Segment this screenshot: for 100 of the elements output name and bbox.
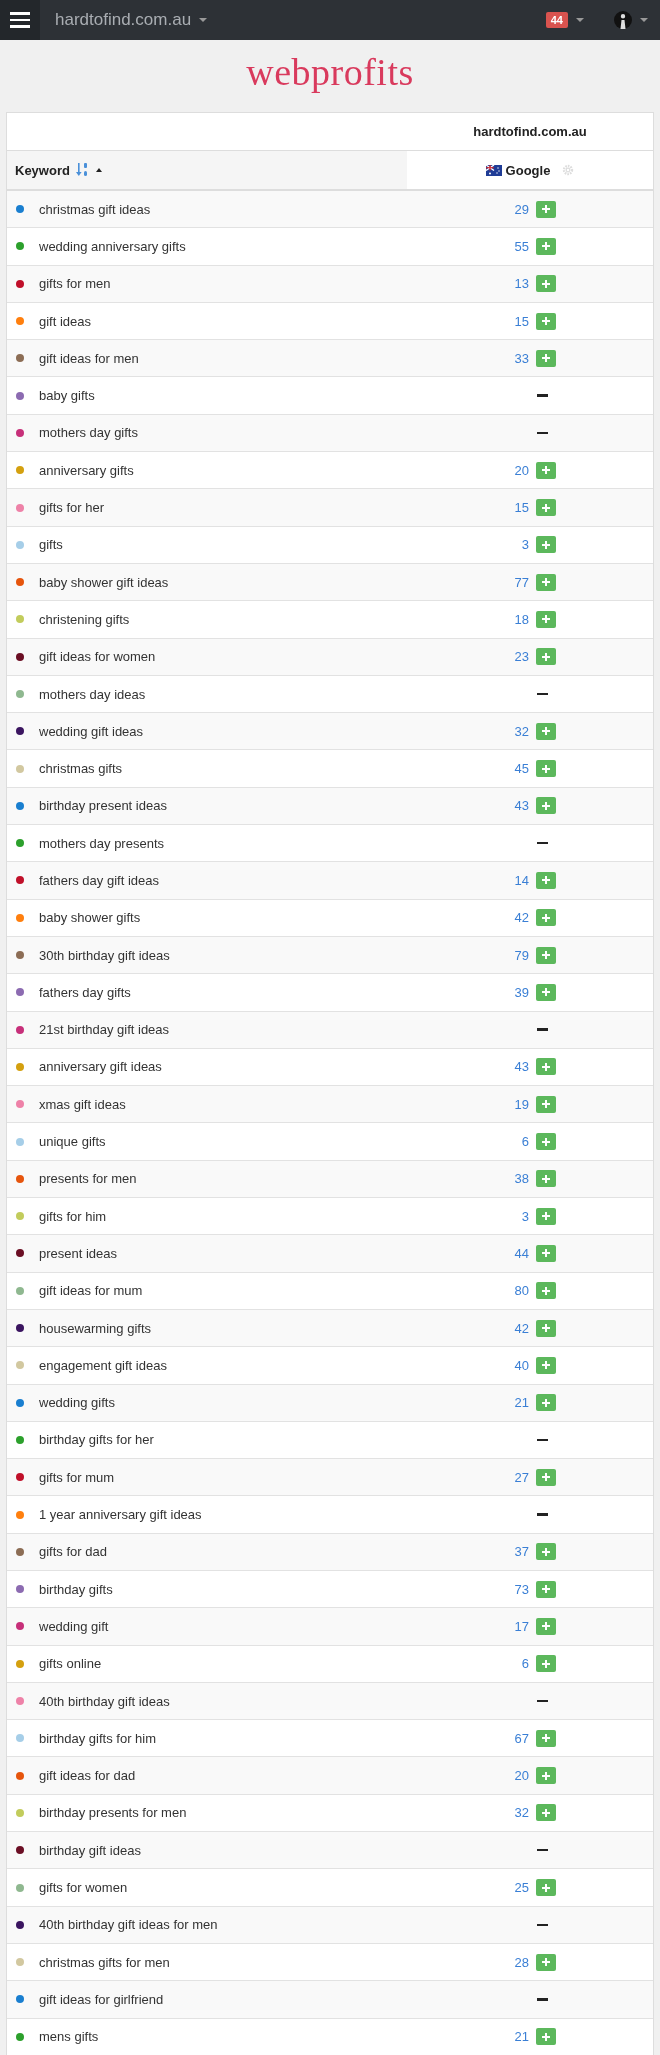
keyword-cell: birthday gift ideas xyxy=(39,1842,141,1858)
rank-link[interactable]: 73 xyxy=(509,1581,529,1597)
add-button[interactable] xyxy=(536,536,556,554)
rank-link[interactable]: 42 xyxy=(509,910,529,926)
rank-link[interactable]: 32 xyxy=(509,723,529,739)
column-heading[interactable]: Keyword xyxy=(15,162,70,178)
logo: webprofits xyxy=(246,50,414,94)
rank-link[interactable]: 67 xyxy=(509,1730,529,1746)
add-button[interactable] xyxy=(536,722,556,740)
rank-link[interactable]: 20 xyxy=(509,462,529,478)
rank-link[interactable]: 23 xyxy=(509,649,529,665)
rank-link[interactable]: 20 xyxy=(509,1768,529,1784)
add-button[interactable] xyxy=(536,461,556,479)
rank-link[interactable]: 21 xyxy=(509,1395,529,1411)
sort-icon[interactable] xyxy=(75,162,90,178)
rank-link[interactable]: 29 xyxy=(509,201,529,217)
rank-link[interactable]: 39 xyxy=(509,984,529,1000)
plus-icon xyxy=(542,1062,550,1071)
plus-icon xyxy=(542,615,550,624)
add-button[interactable] xyxy=(536,1655,556,1673)
keyword-cell: gifts for him xyxy=(39,1208,107,1224)
rank-link[interactable]: 3 xyxy=(509,1208,529,1224)
rank-link[interactable]: 13 xyxy=(509,276,529,292)
plus-icon xyxy=(542,1286,550,1295)
add-button[interactable] xyxy=(536,312,556,330)
site-dropdown[interactable]: hardtofind.com.au xyxy=(40,10,198,30)
add-button[interactable] xyxy=(536,1729,556,1747)
add-button[interactable] xyxy=(536,1133,556,1151)
rank-link[interactable]: 55 xyxy=(509,238,529,254)
rank-link[interactable]: 27 xyxy=(509,1469,529,1485)
keyword-cell: mothers day ideas xyxy=(39,686,146,702)
add-button[interactable] xyxy=(536,1170,556,1188)
plus-icon xyxy=(542,1473,550,1482)
add-button[interactable] xyxy=(536,573,556,591)
rank-link[interactable]: 18 xyxy=(509,611,529,627)
keyword-cell: christmas gifts xyxy=(39,761,123,777)
add-button[interactable] xyxy=(536,237,556,255)
rank-link[interactable]: 42 xyxy=(509,1320,529,1336)
add-button[interactable] xyxy=(536,1356,556,1374)
rank-link[interactable]: 80 xyxy=(509,1283,529,1299)
rank-link[interactable]: 19 xyxy=(509,1096,529,1112)
add-button[interactable] xyxy=(536,1543,556,1561)
add-button[interactable] xyxy=(536,1319,556,1337)
add-button[interactable] xyxy=(536,1767,556,1785)
add-button[interactable] xyxy=(536,797,556,815)
add-button[interactable] xyxy=(536,1953,556,1971)
add-button[interactable] xyxy=(536,1804,556,1822)
add-button[interactable] xyxy=(536,610,556,628)
settings-icon[interactable] xyxy=(562,164,575,176)
rank-link[interactable]: 21 xyxy=(509,2029,529,2045)
rank-link[interactable]: 43 xyxy=(509,1059,529,1075)
add-button[interactable] xyxy=(536,1095,556,1113)
rank-link[interactable]: 15 xyxy=(509,500,529,515)
add-button[interactable] xyxy=(536,200,556,218)
add-button[interactable] xyxy=(536,2028,556,2046)
plus-icon xyxy=(542,242,550,251)
rank-link[interactable]: 6 xyxy=(509,1656,529,1672)
add-button[interactable] xyxy=(536,349,556,367)
rank-link[interactable]: 3 xyxy=(509,537,529,553)
add-button[interactable] xyxy=(536,872,556,889)
plus-icon xyxy=(542,1100,550,1109)
add-button[interactable] xyxy=(536,1580,556,1598)
rank-link[interactable]: 6 xyxy=(509,1134,529,1150)
rank-link[interactable]: 44 xyxy=(509,1245,529,1261)
rank-link[interactable]: 25 xyxy=(509,1880,529,1895)
add-button[interactable] xyxy=(536,760,556,778)
avatar-icon[interactable] xyxy=(614,11,632,29)
rank-link[interactable]: 14 xyxy=(509,873,529,888)
rank-link[interactable]: 17 xyxy=(509,1618,529,1634)
menu-button[interactable] xyxy=(0,0,40,40)
add-button[interactable] xyxy=(536,648,556,666)
add-button[interactable] xyxy=(536,275,556,293)
rank-link[interactable]: 37 xyxy=(509,1544,529,1560)
rank-link[interactable]: 45 xyxy=(509,761,529,777)
add-button[interactable] xyxy=(536,1394,556,1412)
add-button[interactable] xyxy=(536,1282,556,1300)
add-button[interactable] xyxy=(536,1617,556,1635)
add-button[interactable] xyxy=(536,909,556,927)
keyword-cell: christmas gifts for men xyxy=(39,1954,170,1970)
add-button[interactable] xyxy=(536,946,556,964)
rank-link[interactable]: 77 xyxy=(509,574,529,590)
add-button[interactable] xyxy=(536,1468,556,1486)
plus-icon xyxy=(542,1137,550,1146)
rank-link[interactable]: 28 xyxy=(509,1954,529,1970)
add-button[interactable] xyxy=(536,983,556,1001)
add-button[interactable] xyxy=(536,1879,556,1896)
no-rank-icon xyxy=(537,1998,548,2001)
rank-link[interactable]: 33 xyxy=(509,350,529,366)
rank-link[interactable]: 38 xyxy=(509,1171,529,1187)
rank-link[interactable]: 43 xyxy=(509,798,529,814)
add-button[interactable] xyxy=(536,1207,556,1225)
add-button[interactable] xyxy=(536,1244,556,1262)
rank-link[interactable]: 32 xyxy=(509,1805,529,1821)
add-button[interactable] xyxy=(536,1058,556,1076)
rank-link[interactable]: 79 xyxy=(509,947,529,963)
rank-link[interactable]: 15 xyxy=(509,313,529,329)
notification-badge[interactable]: 44 xyxy=(545,12,568,28)
add-button[interactable] xyxy=(536,499,556,516)
caret-icon xyxy=(576,18,584,22)
rank-link[interactable]: 40 xyxy=(509,1357,529,1373)
